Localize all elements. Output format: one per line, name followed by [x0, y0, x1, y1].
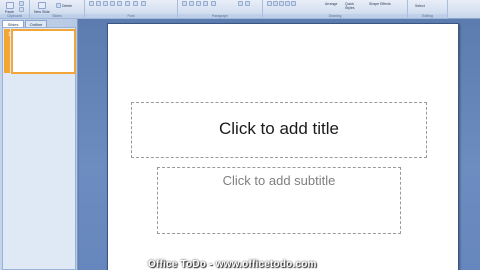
strikethrough-icon[interactable]: [110, 1, 115, 6]
paste-button[interactable]: Paste: [3, 1, 17, 14]
underline-icon[interactable]: [103, 1, 108, 6]
ribbon-group-drawing: Arrange Quick Styles Shape Effects Drawi…: [263, 0, 408, 19]
new-slide-icon: [38, 2, 46, 9]
slide-canvas[interactable]: Click to add title Click to add subtitle: [107, 23, 459, 270]
delete-button[interactable]: Delete: [54, 1, 72, 13]
select-button[interactable]: Select: [412, 1, 432, 13]
oval-shape-icon[interactable]: [285, 1, 290, 6]
delete-label: Delete: [62, 4, 73, 8]
spacing-icon[interactable]: [125, 1, 130, 6]
line-shape-icon[interactable]: [267, 1, 272, 6]
rectangle-shape-icon[interactable]: [279, 1, 284, 6]
ribbon-group-clipboard: Paste Clipboard: [0, 0, 30, 19]
columns-icon[interactable]: [211, 1, 216, 6]
arrange-label: Arrange: [325, 2, 338, 6]
ribbon-group-slides: New Slide Delete Slides: [30, 0, 85, 19]
slide-selection-marker: 1: [4, 29, 11, 73]
change-case-icon[interactable]: [133, 1, 138, 6]
bold-icon[interactable]: [89, 1, 94, 6]
slide-thumbnail-list[interactable]: 1: [2, 27, 76, 270]
ribbon-group-editing: Select Editing: [408, 0, 448, 19]
title-placeholder[interactable]: Click to add title: [131, 102, 427, 158]
new-slide-button[interactable]: New Slide: [33, 1, 51, 14]
arrange-button[interactable]: Arrange: [323, 1, 341, 13]
shape-effects-button[interactable]: Shape Effects: [367, 1, 401, 13]
triangle-shape-icon[interactable]: [291, 1, 296, 6]
align-text-icon[interactable]: [245, 1, 250, 6]
tab-slides[interactable]: Slides: [2, 20, 24, 27]
panel-tabs: Slides Outline: [2, 20, 76, 27]
paste-icon: [6, 2, 14, 9]
copy-icon[interactable]: [19, 7, 24, 12]
watermark-text: Office ToDo - www.officetodo.com: [148, 259, 317, 270]
shadow-icon[interactable]: [117, 1, 122, 6]
quick-styles-button[interactable]: Quick Styles: [343, 1, 365, 13]
align-left-icon[interactable]: [182, 1, 187, 6]
italic-icon[interactable]: [96, 1, 101, 6]
tab-outline[interactable]: Outline: [25, 20, 47, 27]
slide-thumbnail[interactable]: [11, 29, 76, 74]
ribbon: Paste Clipboard New Slide Delete Slides …: [0, 0, 480, 19]
align-right-icon[interactable]: [196, 1, 201, 6]
ribbon-group-paragraph: Paragraph: [178, 0, 263, 19]
title-placeholder-text: Click to add title: [219, 119, 339, 138]
arrow-shape-icon[interactable]: [273, 1, 278, 6]
ribbon-group-font: Font: [85, 0, 178, 19]
quick-styles-label: Quick Styles: [345, 2, 355, 10]
shape-effects-label: Shape Effects: [369, 2, 391, 6]
subtitle-placeholder[interactable]: Click to add subtitle: [157, 167, 401, 234]
font-color-icon[interactable]: [141, 1, 146, 6]
slides-panel: Slides Outline 1: [0, 19, 78, 270]
text-direction-icon[interactable]: [238, 1, 243, 6]
select-label: Select: [415, 4, 425, 8]
delete-icon: [56, 3, 61, 8]
justify-icon[interactable]: [203, 1, 208, 6]
slide-editing-area: Click to add title Click to add subtitle: [79, 19, 480, 270]
align-center-icon[interactable]: [189, 1, 194, 6]
subtitle-placeholder-text: Click to add subtitle: [222, 173, 336, 188]
cut-icon[interactable]: [19, 1, 24, 6]
